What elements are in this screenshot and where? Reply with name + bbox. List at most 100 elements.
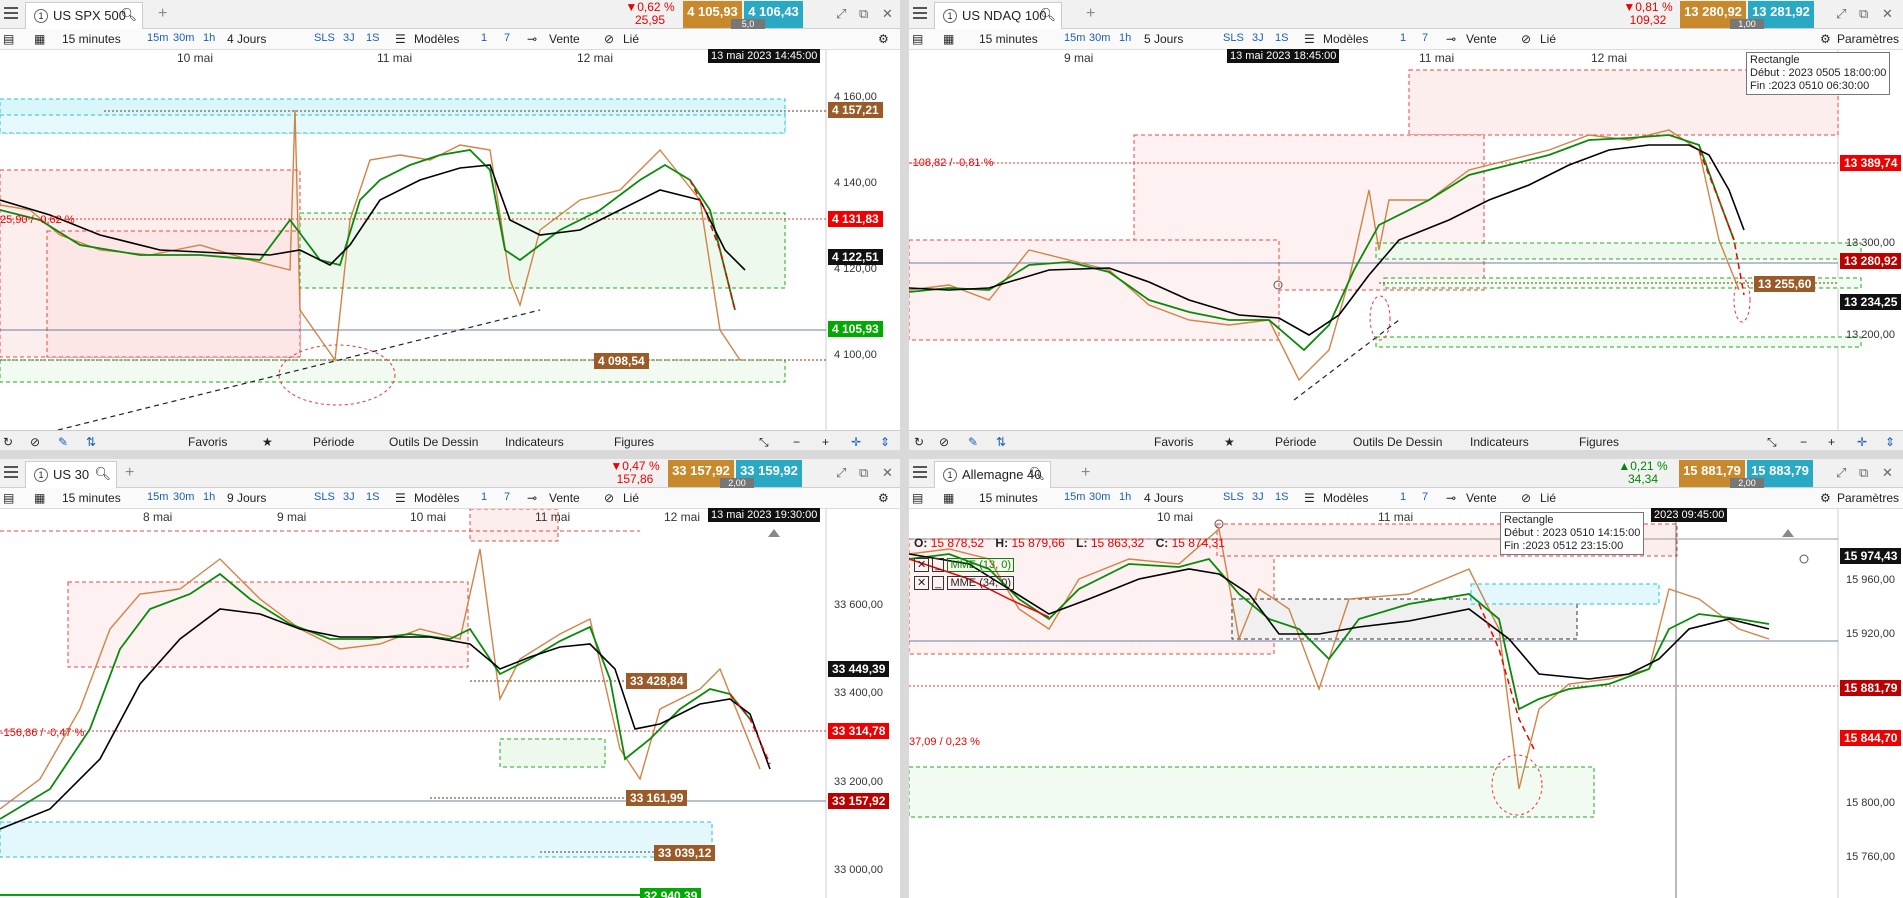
- linked-button[interactable]: Lié: [1540, 32, 1556, 46]
- sell-icon[interactable]: ⊸: [1446, 32, 1456, 46]
- 1s-button[interactable]: 1S: [1275, 32, 1288, 44]
- list-icon[interactable]: ▤: [3, 32, 14, 46]
- remove-indicator-icon[interactable]: ✕: [914, 558, 930, 572]
- autoscale-icon[interactable]: ⇕: [880, 435, 890, 449]
- link-icon[interactable]: ⊘: [604, 491, 614, 505]
- crosshair-icon[interactable]: ✛: [1857, 435, 1867, 449]
- tf-1h[interactable]: 1h: [1119, 32, 1131, 44]
- period-button[interactable]: Période: [1275, 435, 1316, 449]
- price-chart[interactable]: [909, 50, 1903, 430]
- add-tab-icon[interactable]: +: [125, 464, 134, 482]
- search-icon[interactable]: 🔍︎: [120, 7, 137, 23]
- days-select[interactable]: 4 Jours: [227, 32, 266, 46]
- symbol-tab[interactable]: 1 US NDAQ 100 🔍︎: [934, 2, 1062, 29]
- menu-icon[interactable]: [913, 7, 927, 19]
- settings-button[interactable]: Paramètres: [1837, 491, 1899, 505]
- add-tab-icon[interactable]: +: [158, 5, 167, 23]
- add-tab-icon[interactable]: +: [1086, 5, 1095, 23]
- popout-icon[interactable]: ⧉: [1859, 465, 1868, 481]
- gear-icon[interactable]: ⚙: [1820, 491, 1831, 505]
- list-icon[interactable]: ▤: [912, 491, 923, 505]
- tf-1h[interactable]: 1h: [203, 491, 215, 503]
- sell-button[interactable]: Vente: [1466, 32, 1497, 46]
- models-button[interactable]: Modèles: [414, 491, 459, 505]
- refresh-icon[interactable]: ↻: [914, 435, 924, 449]
- gear-icon[interactable]: ⚙: [878, 32, 889, 46]
- 1s-button[interactable]: 1S: [366, 32, 379, 44]
- sell-button[interactable]: Vente: [1466, 491, 1497, 505]
- models-icon[interactable]: ☰: [1304, 491, 1315, 505]
- models-button[interactable]: Modèles: [1323, 491, 1368, 505]
- indicators-button[interactable]: Indicateurs: [1470, 435, 1529, 449]
- close-icon[interactable]: ✕: [1882, 465, 1893, 481]
- pencil-icon[interactable]: ✎: [968, 435, 978, 449]
- price-chart[interactable]: [0, 509, 900, 898]
- edit-indicator-icon[interactable]: _: [932, 576, 945, 590]
- indicator-mme13[interactable]: ✕ _ MME (13, 0): [914, 558, 1014, 572]
- models-button[interactable]: Modèles: [414, 32, 459, 46]
- models-button[interactable]: Modèles: [1323, 32, 1368, 46]
- n7-button[interactable]: 7: [1422, 491, 1428, 503]
- models-icon[interactable]: ☰: [395, 32, 406, 46]
- ban-icon[interactable]: ⊘: [30, 435, 40, 449]
- sell-icon[interactable]: ⊸: [527, 491, 537, 505]
- interval-select[interactable]: 15 minutes: [62, 491, 121, 505]
- n1-button[interactable]: 1: [1400, 32, 1406, 44]
- crosshair-icon[interactable]: ✛: [851, 435, 861, 449]
- 3j-button[interactable]: 3J: [343, 32, 355, 44]
- popout-icon[interactable]: ⧉: [859, 465, 868, 481]
- interval-select[interactable]: 15 minutes: [979, 491, 1038, 505]
- ban-icon[interactable]: ⊘: [939, 435, 949, 449]
- n7-button[interactable]: 7: [504, 491, 510, 503]
- zoom-in-icon[interactable]: +: [1828, 435, 1835, 449]
- models-icon[interactable]: ☰: [1304, 32, 1315, 46]
- tf-30m[interactable]: 30m: [1089, 491, 1110, 503]
- 3j-button[interactable]: 3J: [343, 491, 355, 503]
- drawing-tools-button[interactable]: Outils De Dessin: [1353, 435, 1442, 449]
- sell-icon[interactable]: ⊸: [527, 32, 537, 46]
- list-icon[interactable]: ▤: [3, 491, 14, 505]
- tf-30m[interactable]: 30m: [1089, 32, 1110, 44]
- tf-30m[interactable]: 30m: [173, 491, 194, 503]
- pencil-icon[interactable]: ✎: [58, 435, 68, 449]
- sls-button[interactable]: SLS: [1223, 32, 1244, 44]
- n7-button[interactable]: 7: [1422, 32, 1428, 44]
- 1s-button[interactable]: 1S: [1275, 491, 1288, 503]
- gear-icon[interactable]: ⚙: [1820, 32, 1831, 46]
- tf-1h[interactable]: 1h: [1119, 491, 1131, 503]
- period-button[interactable]: Période: [313, 435, 354, 449]
- cursor-icon[interactable]: ⇅: [86, 435, 96, 449]
- menu-icon[interactable]: [4, 7, 18, 19]
- sell-button[interactable]: Vente: [549, 32, 580, 46]
- search-icon[interactable]: 🔍︎: [1039, 7, 1056, 23]
- expand-icon[interactable]: ⤢: [836, 6, 846, 22]
- n1-button[interactable]: 1: [1400, 491, 1406, 503]
- linked-button[interactable]: Lié: [623, 32, 639, 46]
- menu-icon[interactable]: [4, 466, 18, 478]
- fit-icon[interactable]: ⤡: [1767, 435, 1777, 450]
- popout-icon[interactable]: ⧉: [1859, 6, 1868, 22]
- star-icon[interactable]: ★: [1224, 435, 1235, 449]
- expand-icon[interactable]: ⤢: [1836, 6, 1846, 22]
- expand-icon[interactable]: ⤢: [836, 465, 846, 481]
- figures-button[interactable]: Figures: [1579, 435, 1619, 449]
- cursor-icon[interactable]: ⇅: [996, 435, 1006, 449]
- zoom-out-icon[interactable]: −: [793, 435, 800, 449]
- n1-button[interactable]: 1: [481, 32, 487, 44]
- sls-button[interactable]: SLS: [314, 32, 335, 44]
- days-select[interactable]: 5 Jours: [1144, 32, 1183, 46]
- list-icon[interactable]: ▤: [912, 32, 923, 46]
- symbol-tab[interactable]: 1 US SPX 500 🔍︎: [25, 2, 143, 29]
- link-icon[interactable]: ⊘: [1521, 491, 1531, 505]
- sls-button[interactable]: SLS: [1223, 491, 1244, 503]
- tf-30m[interactable]: 30m: [173, 32, 194, 44]
- sell-icon[interactable]: ⊸: [1446, 491, 1456, 505]
- indicators-button[interactable]: Indicateurs: [505, 435, 564, 449]
- tf-15m[interactable]: 15m: [1064, 491, 1085, 503]
- fit-icon[interactable]: ⤡: [759, 435, 769, 450]
- interval-select[interactable]: 15 minutes: [62, 32, 121, 46]
- n7-button[interactable]: 7: [504, 32, 510, 44]
- days-select[interactable]: 4 Jours: [1144, 491, 1183, 505]
- 3j-button[interactable]: 3J: [1252, 32, 1264, 44]
- search-icon[interactable]: 🔍︎: [1028, 466, 1045, 482]
